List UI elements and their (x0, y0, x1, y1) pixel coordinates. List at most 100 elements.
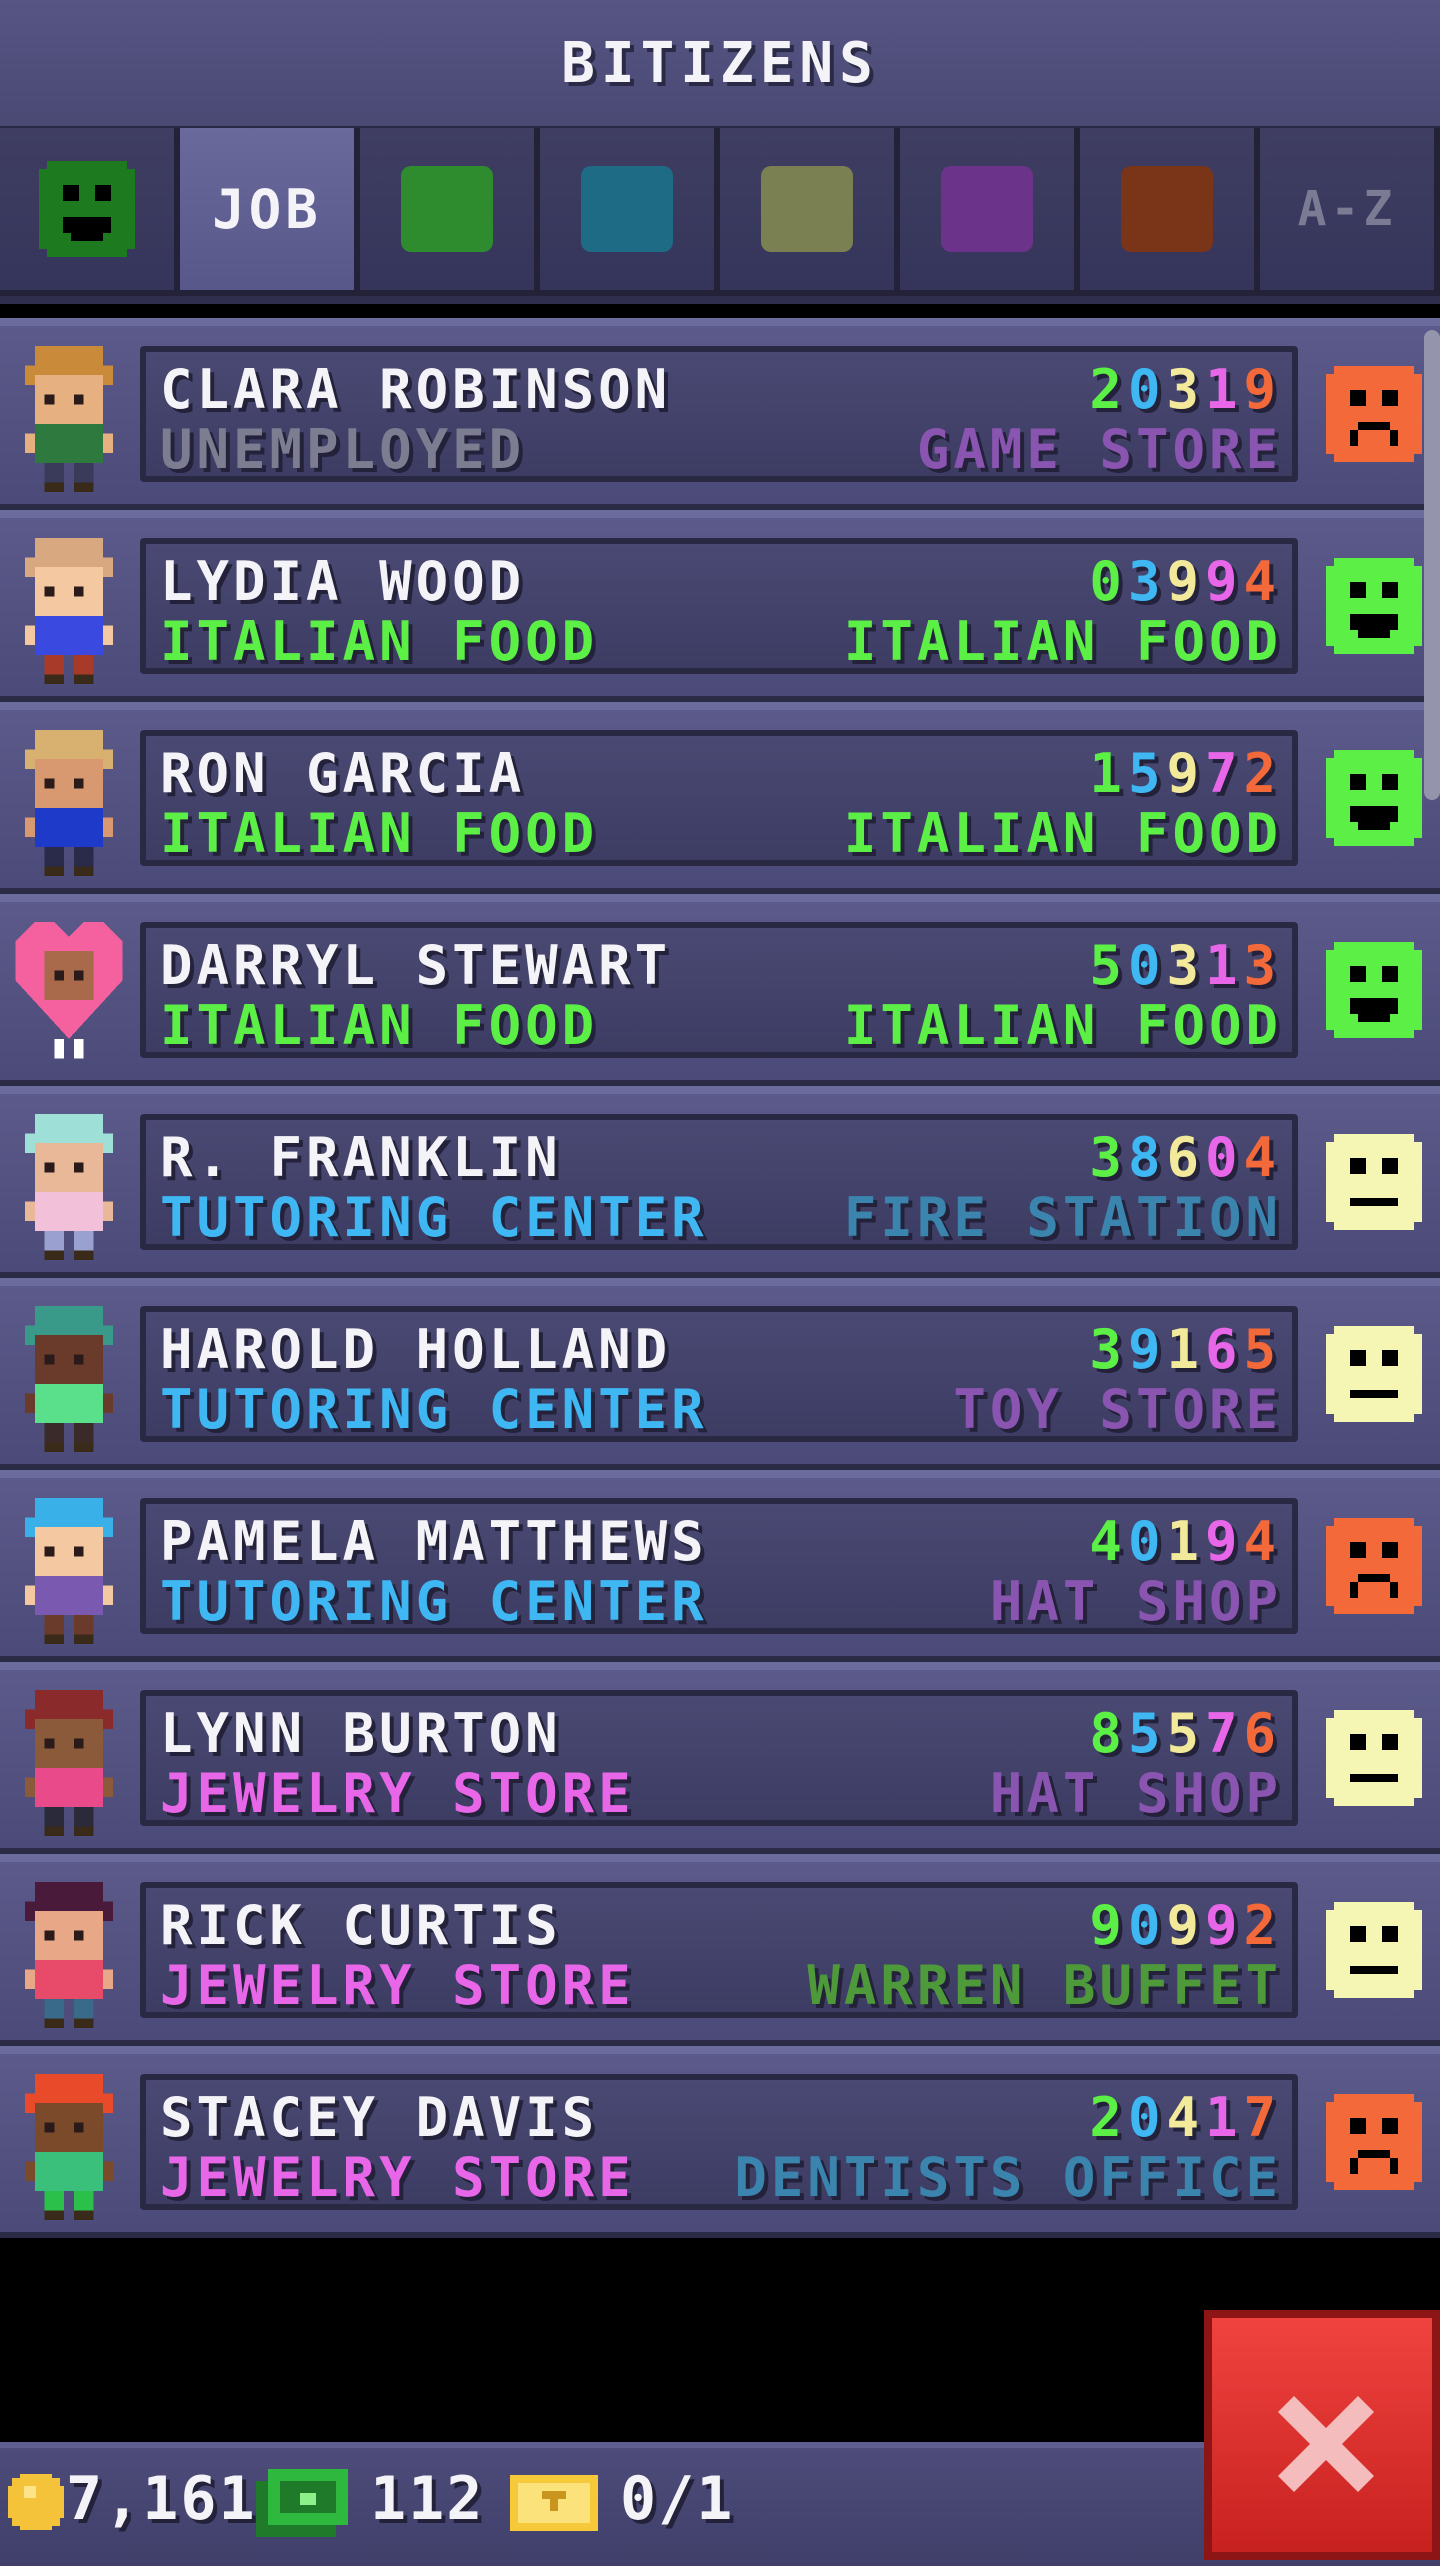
bitizen-row[interactable]: RICK CURTIS JEWELRY STORE 90992 WARREN B… (0, 1854, 1440, 2046)
bitizen-dream-job: ITALIAN FOOD (843, 610, 1282, 673)
tab-job[interactable]: JOB (180, 128, 360, 296)
bitizen-card[interactable]: RON GARCIA ITALIAN FOOD 15972 ITALIAN FO… (140, 730, 1298, 866)
skill-digit: 3 (1089, 1126, 1128, 1189)
close-icon (1278, 2396, 1374, 2492)
bitizen-card[interactable]: HAROLD HOLLAND TUTORING CENTER 39165 TOY… (140, 1306, 1298, 1442)
bitizen-row[interactable]: RON GARCIA ITALIAN FOOD 15972 ITALIAN FO… (0, 702, 1440, 894)
tab-label: A-Z (1297, 181, 1397, 237)
bitizen-job: ITALIAN FOOD (160, 994, 599, 1057)
skill-digit: 1 (1089, 742, 1128, 805)
skill-digit: 6 (1243, 1702, 1282, 1765)
skill-digit: 6 (1204, 1318, 1244, 1381)
mood-happy-icon (1326, 558, 1422, 654)
mood-neutral-icon (1326, 1326, 1422, 1422)
bitizen-name: LYDIA WOOD (160, 550, 526, 613)
skill-digit: 9 (1127, 1318, 1167, 1381)
tab-mood[interactable] (0, 128, 180, 296)
skill-digit: 0 (1127, 2086, 1167, 2149)
mood-sad-icon (1326, 2094, 1422, 2190)
skill-digit: 0 (1204, 1126, 1244, 1189)
bitizen-avatar-icon (25, 1306, 113, 1452)
bitizen-avatar-icon (15, 922, 123, 1059)
bitizen-job: JEWELRY STORE (160, 1762, 635, 1825)
tab-a-z[interactable]: A-Z (1260, 128, 1440, 296)
skill-digit: 6 (1166, 1126, 1205, 1189)
tab-color-6[interactable] (1080, 128, 1260, 296)
bitizen-dream-job: ITALIAN FOOD (843, 994, 1282, 1057)
bitizen-dream-job: HAT SHOP (989, 1762, 1282, 1825)
skill-digit: 3 (1127, 550, 1167, 613)
close-button[interactable] (1204, 2310, 1440, 2560)
bitizen-row[interactable]: CLARA ROBINSON UNEMPLOYED 20319 GAME STO… (0, 318, 1440, 510)
bitizen-name: PAMELA MATTHEWS (160, 1510, 708, 1573)
skill-digit: 2 (1243, 742, 1282, 805)
bitizen-row[interactable]: PAMELA MATTHEWS TUTORING CENTER 40194 HA… (0, 1470, 1440, 1662)
skill-digit: 5 (1243, 1318, 1282, 1381)
bitizen-dream-job: ITALIAN FOOD (843, 802, 1282, 865)
skill-digit: 7 (1204, 742, 1244, 805)
skill-digit: 7 (1243, 2086, 1282, 2149)
skill-digit: 5 (1127, 1702, 1167, 1765)
happy-face-icon (39, 161, 135, 257)
mood-happy-icon (1326, 942, 1422, 1038)
bitizen-job: ITALIAN FOOD (160, 610, 599, 673)
bitizen-avatar-icon (25, 1882, 113, 2028)
skill-digit: 0 (1127, 1894, 1167, 1957)
bitizen-skill-digits: 40194 (1089, 1510, 1282, 1573)
skill-digit: 9 (1166, 550, 1205, 613)
ticket-count: 0/1 (620, 2464, 735, 2534)
skill-digit: 8 (1127, 1126, 1167, 1189)
skill-digit: 5 (1089, 934, 1128, 997)
color-swatch-icon (581, 166, 673, 252)
title-bar: BITIZENS (0, 0, 1440, 130)
bitizen-job: JEWELRY STORE (160, 1954, 635, 2017)
skill-digit: 7 (1204, 1702, 1244, 1765)
tab-color-4[interactable] (720, 128, 900, 296)
mood-sad-icon (1326, 1518, 1422, 1614)
skill-digit: 1 (1204, 934, 1244, 997)
mood-neutral-icon (1326, 1134, 1422, 1230)
bitizen-row[interactable]: R. FRANKLIN TUTORING CENTER 38604 FIRE S… (0, 1086, 1440, 1278)
tab-label: JOB (212, 177, 322, 241)
bitizen-card[interactable]: RICK CURTIS JEWELRY STORE 90992 WARREN B… (140, 1882, 1298, 2018)
tab-color-2[interactable] (360, 128, 540, 296)
tab-color-5[interactable] (900, 128, 1080, 296)
bitizen-row[interactable]: HAROLD HOLLAND TUTORING CENTER 39165 TOY… (0, 1278, 1440, 1470)
bitizen-card[interactable]: STACEY DAVIS JEWELRY STORE 20417 DENTIST… (140, 2074, 1298, 2210)
coin-count: 7,161 (66, 2464, 257, 2534)
skill-digit: 4 (1166, 2086, 1205, 2149)
bitizen-card[interactable]: R. FRANKLIN TUTORING CENTER 38604 FIRE S… (140, 1114, 1298, 1250)
bitizen-card[interactable]: LYNN BURTON JEWELRY STORE 85576 HAT SHOP (140, 1690, 1298, 1826)
mood-sad-icon (1326, 366, 1422, 462)
bitizen-row[interactable]: LYNN BURTON JEWELRY STORE 85576 HAT SHOP (0, 1662, 1440, 1854)
skill-digit: 3 (1166, 934, 1205, 997)
skill-digit: 3 (1243, 934, 1282, 997)
skill-digit: 4 (1243, 1126, 1282, 1189)
skill-digit: 9 (1166, 742, 1205, 805)
skill-digit: 1 (1166, 1318, 1205, 1381)
bitizen-card[interactable]: DARRYL STEWART ITALIAN FOOD 50313 ITALIA… (140, 922, 1298, 1058)
bitizen-job: ITALIAN FOOD (160, 802, 599, 865)
bitizen-name: RICK CURTIS (160, 1894, 562, 1957)
skill-digit: 4 (1089, 1510, 1128, 1573)
scrollbar[interactable] (1424, 330, 1440, 800)
bitizen-row[interactable]: DARRYL STEWART ITALIAN FOOD 50313 ITALIA… (0, 894, 1440, 1086)
bitizen-card[interactable]: CLARA ROBINSON UNEMPLOYED 20319 GAME STO… (140, 346, 1298, 482)
bitizen-card[interactable]: LYDIA WOOD ITALIAN FOOD 03994 ITALIAN FO… (140, 538, 1298, 674)
bitizen-name: STACEY DAVIS (160, 2086, 599, 2149)
bitizen-job: UNEMPLOYED (160, 418, 526, 481)
skill-digit: 1 (1204, 2086, 1244, 2149)
bitizen-avatar-icon (25, 1114, 113, 1260)
bitizen-row[interactable]: STACEY DAVIS JEWELRY STORE 20417 DENTIST… (0, 2046, 1440, 2238)
bitizen-dream-job: HAT SHOP (989, 1570, 1282, 1633)
skill-digit: 2 (1089, 358, 1128, 421)
bitizen-dream-job: FIRE STATION (843, 1186, 1282, 1249)
skill-digit: 1 (1204, 358, 1244, 421)
bitizen-dream-job: DENTISTS OFFICE (734, 2146, 1282, 2209)
bitizen-job: TUTORING CENTER (160, 1378, 708, 1441)
skill-digit: 9 (1204, 550, 1244, 613)
bitizen-row[interactable]: LYDIA WOOD ITALIAN FOOD 03994 ITALIAN FO… (0, 510, 1440, 702)
bitizen-dream-job: WARREN BUFFET (807, 1954, 1282, 2017)
bitizen-card[interactable]: PAMELA MATTHEWS TUTORING CENTER 40194 HA… (140, 1498, 1298, 1634)
tab-color-3[interactable] (540, 128, 720, 296)
